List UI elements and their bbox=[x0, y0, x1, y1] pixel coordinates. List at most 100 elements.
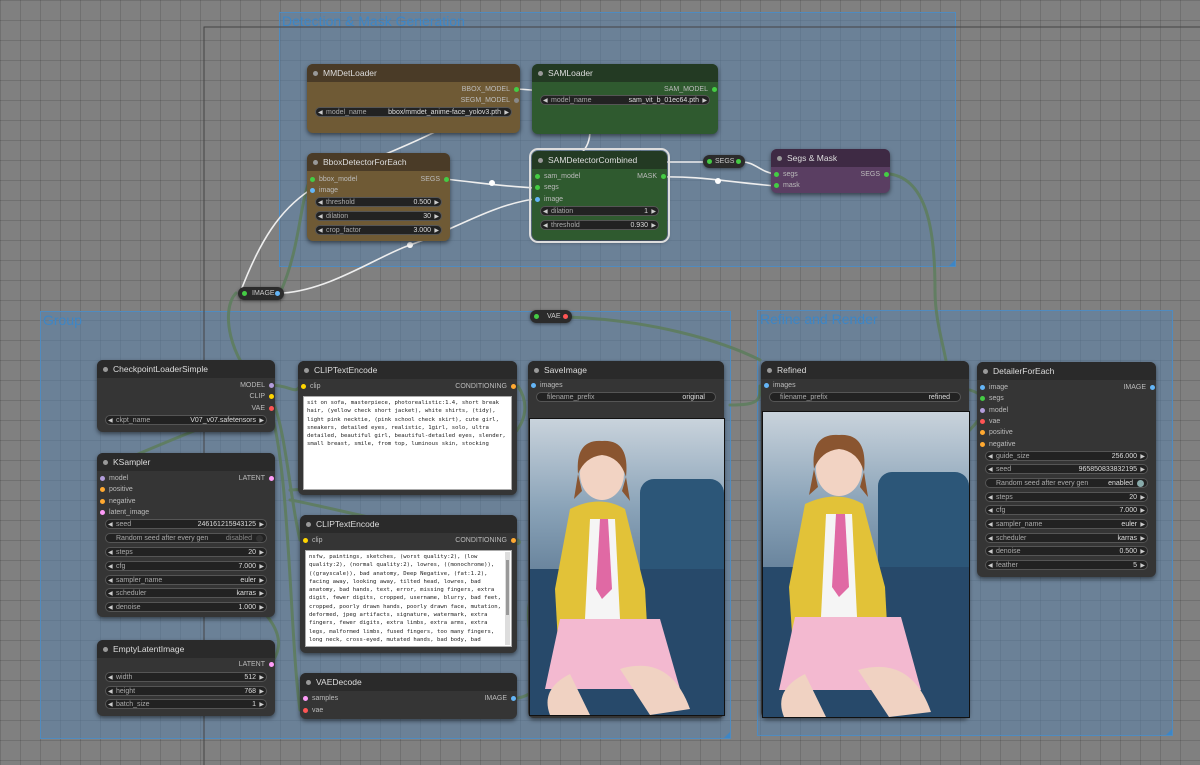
reroute-vae[interactable]: VAE bbox=[530, 310, 572, 323]
input-segs[interactable]: segs bbox=[773, 169, 798, 180]
crop-factor-number[interactable]: crop_factor 3.000 bbox=[315, 225, 442, 236]
node-title[interactable]: CLIPTextEncode bbox=[300, 515, 517, 533]
batch-size-number[interactable]: batch_size 1 bbox=[105, 699, 267, 710]
output-segs[interactable]: SEGS bbox=[421, 174, 450, 185]
node-save-image[interactable]: SaveImage images filename_prefix origina… bbox=[528, 361, 725, 718]
output-latent[interactable]: LATENT bbox=[239, 473, 275, 484]
steps-number[interactable]: steps 20 bbox=[105, 547, 267, 558]
input-images[interactable]: images bbox=[763, 380, 796, 391]
node-segs-and-mask[interactable]: Segs & Mask segs mask SEGS bbox=[771, 149, 890, 193]
random-seed-toggle[interactable]: Random seed after every gen disabled bbox=[105, 533, 267, 543]
output-sam-model[interactable]: SAM_MODEL bbox=[664, 84, 718, 95]
denoise-number[interactable]: denoise 0.500 bbox=[985, 546, 1148, 557]
node-title[interactable]: SAMLoader bbox=[532, 64, 718, 82]
input-latent-image[interactable]: latent_image bbox=[99, 507, 149, 518]
input-mask[interactable]: mask bbox=[773, 180, 800, 191]
node-empty-latent-image[interactable]: EmptyLatentImage LATENT width 512 height… bbox=[97, 640, 275, 716]
node-title[interactable]: Refined bbox=[761, 361, 969, 379]
sampler-name-combo[interactable]: sampler_name euler bbox=[105, 575, 267, 586]
ckpt-name-combo[interactable]: ckpt_name V07_v07.safetensors bbox=[105, 415, 267, 426]
threshold-number[interactable]: threshold 0.930 bbox=[540, 220, 659, 231]
input-clip[interactable]: clip bbox=[300, 381, 321, 392]
output-model[interactable]: MODEL bbox=[240, 380, 275, 391]
node-title[interactable]: VAEDecode bbox=[300, 673, 517, 691]
output-segm-model[interactable]: SEGM_MODEL bbox=[461, 95, 520, 106]
node-title[interactable]: DetailerForEach bbox=[977, 362, 1156, 380]
dilation-number[interactable]: dilation 1 bbox=[540, 206, 659, 217]
filename-prefix-field[interactable]: filename_prefix original bbox=[536, 392, 716, 402]
node-sam-loader[interactable]: SAMLoader SAM_MODEL model_name sam_vit_b… bbox=[532, 64, 718, 134]
input-model[interactable]: model bbox=[99, 473, 128, 484]
output-segs[interactable]: SEGS bbox=[861, 169, 890, 180]
output-mask[interactable]: MASK bbox=[637, 171, 667, 182]
prompt-textarea[interactable]: sit on sofa, masterpiece, photorealistic… bbox=[303, 396, 512, 490]
model-name-combo[interactable]: model_name sam_vit_b_01ec64.pth bbox=[540, 95, 710, 106]
input-segs[interactable]: segs bbox=[979, 393, 1004, 404]
node-ksampler[interactable]: KSampler model positive negative latent_… bbox=[97, 453, 275, 617]
node-title[interactable]: EmptyLatentImage bbox=[97, 640, 275, 658]
input-image[interactable]: image bbox=[979, 382, 1008, 393]
random-seed-toggle[interactable]: Random seed after every gen enabled bbox=[985, 478, 1148, 488]
model-name-combo[interactable]: model_name bbox/mmdet_anime-face_yolov3.… bbox=[315, 107, 512, 118]
denoise-number[interactable]: denoise 1.000 bbox=[105, 602, 267, 613]
node-title[interactable]: CLIPTextEncode bbox=[298, 361, 517, 379]
node-title[interactable]: BboxDetectorForEach bbox=[307, 153, 450, 171]
input-dot-icon[interactable] bbox=[534, 314, 539, 319]
seed-number[interactable]: seed 246161215943125 bbox=[105, 519, 267, 530]
input-dot-icon[interactable] bbox=[707, 159, 712, 164]
output-vae[interactable]: VAE bbox=[252, 403, 276, 414]
input-image[interactable]: image bbox=[534, 194, 563, 205]
output-image[interactable]: IMAGE bbox=[1123, 382, 1156, 393]
width-number[interactable]: width 512 bbox=[105, 672, 267, 683]
output-conditioning[interactable]: CONDITIONING bbox=[455, 535, 517, 546]
node-title[interactable]: SAMDetectorCombined bbox=[532, 151, 667, 169]
threshold-number[interactable]: threshold 0.500 bbox=[315, 197, 442, 208]
node-title[interactable]: Segs & Mask bbox=[771, 149, 890, 167]
textarea-scrollbar[interactable] bbox=[505, 552, 510, 645]
output-clip[interactable]: CLIP bbox=[249, 391, 275, 402]
seed-number[interactable]: seed 965850833832195 bbox=[985, 464, 1148, 475]
node-title[interactable]: MMDetLoader bbox=[307, 64, 520, 82]
node-title[interactable]: KSampler bbox=[97, 453, 275, 471]
output-latent[interactable]: LATENT bbox=[239, 659, 275, 670]
refined-image-preview[interactable] bbox=[762, 411, 970, 718]
output-dot-icon[interactable] bbox=[736, 159, 741, 164]
input-positive[interactable]: positive bbox=[99, 484, 133, 495]
input-vae[interactable]: vae bbox=[302, 705, 323, 716]
node-checkpoint-loader[interactable]: CheckpointLoaderSimple MODEL CLIP VAE ck… bbox=[97, 360, 275, 432]
toggle-knob-icon[interactable] bbox=[1137, 480, 1144, 487]
cfg-number[interactable]: cfg 7.000 bbox=[105, 561, 267, 572]
node-title[interactable]: SaveImage bbox=[528, 361, 724, 379]
toggle-knob-icon[interactable] bbox=[256, 535, 263, 542]
input-positive[interactable]: positive bbox=[979, 427, 1013, 438]
input-clip[interactable]: clip bbox=[302, 535, 323, 546]
input-bbox-model[interactable]: bbox_model bbox=[309, 174, 357, 185]
output-dot-icon[interactable] bbox=[275, 291, 280, 296]
input-sam-model[interactable]: sam_model bbox=[534, 171, 580, 182]
scheduler-combo[interactable]: scheduler karras bbox=[985, 533, 1148, 544]
input-negative[interactable]: negative bbox=[979, 439, 1015, 450]
input-images[interactable]: images bbox=[530, 380, 563, 391]
reroute-image[interactable]: IMAGE bbox=[238, 287, 284, 300]
feather-number[interactable]: feather 5 bbox=[985, 560, 1148, 571]
node-clip-text-encode-negative[interactable]: CLIPTextEncode clip CONDITIONING nsfw, p… bbox=[300, 515, 517, 653]
steps-number[interactable]: steps 20 bbox=[985, 492, 1148, 503]
node-mmdet-loader[interactable]: MMDetLoader BBOX_MODEL SEGM_MODEL model_… bbox=[307, 64, 520, 133]
node-title[interactable]: CheckpointLoaderSimple bbox=[97, 360, 275, 378]
input-samples[interactable]: samples bbox=[302, 693, 338, 704]
original-image-preview[interactable] bbox=[529, 418, 725, 716]
node-sam-detector-combined[interactable]: SAMDetectorCombined sam_model segs image… bbox=[529, 148, 670, 243]
scheduler-combo[interactable]: scheduler karras bbox=[105, 588, 267, 599]
output-bbox-model[interactable]: BBOX_MODEL bbox=[462, 84, 520, 95]
node-refined-save-image[interactable]: Refined images filename_prefix refined bbox=[761, 361, 970, 718]
output-conditioning[interactable]: CONDITIONING bbox=[455, 381, 517, 392]
reroute-segs[interactable]: SEGS bbox=[703, 155, 745, 168]
cfg-number[interactable]: cfg 7.000 bbox=[985, 505, 1148, 516]
height-number[interactable]: height 768 bbox=[105, 686, 267, 697]
node-clip-text-encode-positive[interactable]: CLIPTextEncode clip CONDITIONING sit on … bbox=[298, 361, 517, 495]
guide-size-number[interactable]: guide_size 256.000 bbox=[985, 451, 1148, 462]
filename-prefix-field[interactable]: filename_prefix refined bbox=[769, 392, 961, 402]
output-dot-icon[interactable] bbox=[563, 314, 568, 319]
output-image[interactable]: IMAGE bbox=[484, 693, 517, 704]
input-dot-icon[interactable] bbox=[242, 291, 247, 296]
